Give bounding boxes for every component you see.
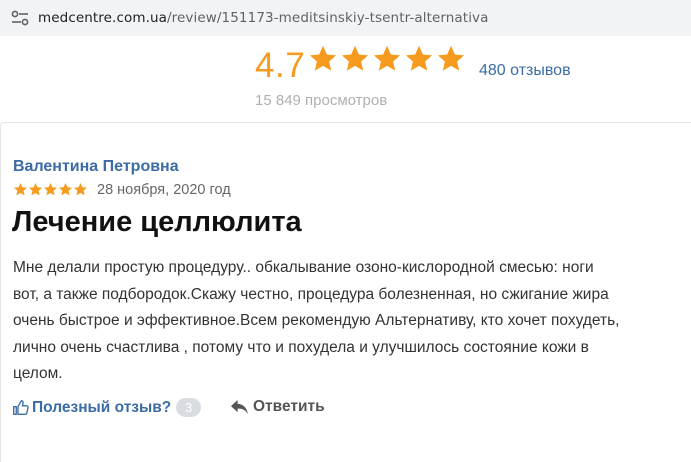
url-path: /review/151173-meditsinskiy-tsentr-alter… — [167, 10, 489, 26]
average-score: 4.7 — [255, 46, 306, 85]
site-settings-icon[interactable] — [11, 10, 29, 26]
useful-count-badge: 3 — [176, 398, 202, 417]
star-icon — [405, 45, 433, 71]
star-icon — [437, 45, 465, 71]
review-date: 28 ноября, 2020 год — [97, 182, 231, 198]
star-icon — [309, 45, 337, 71]
review-text-line: Мне делали простую процедуру.. обкалыван… — [13, 259, 594, 276]
star-icon — [58, 182, 73, 196]
star-icon — [28, 182, 43, 196]
star-icon — [373, 45, 401, 71]
rating-stars — [308, 44, 466, 74]
review-text-line: целом. — [13, 365, 63, 382]
review-text-line: очень быстрое и эффективное.Всем рекомен… — [13, 312, 620, 329]
reply-arrow-icon — [231, 399, 248, 414]
review-text-line: вот, а также подбородок.Скажу честно, пр… — [13, 285, 609, 303]
review-stars — [13, 182, 88, 197]
review-author[interactable]: Валентина Петровна — [13, 158, 179, 176]
useful-review-label: Полезный отзыв? — [32, 398, 172, 416]
reply-label: Ответить — [253, 398, 325, 415]
review-text-line: лично очень счастлива , потому что и пох… — [13, 338, 589, 356]
star-icon — [341, 45, 369, 71]
url-text[interactable]: medcentre.com.ua/review/151173-meditsins… — [38, 10, 489, 26]
reviews-count-link[interactable]: 480 отзывов — [479, 62, 571, 80]
useful-review-button[interactable]: Полезный отзыв? 3 — [12, 398, 202, 417]
thumbs-up-icon — [13, 400, 29, 415]
star-icon — [73, 182, 88, 196]
views-count: 15 849 просмотров — [255, 92, 388, 109]
reply-button[interactable]: Ответить — [230, 398, 325, 416]
star-icon — [13, 182, 28, 196]
url-host: medcentre.com.ua — [38, 10, 168, 26]
star-icon — [43, 182, 58, 196]
review-text: Мне делали простую процедуру.. обкалыван… — [13, 255, 691, 388]
review-title: Лечение целлюлита — [12, 206, 302, 238]
address-bar[interactable]: medcentre.com.ua/review/151173-meditsins… — [0, 0, 691, 36]
